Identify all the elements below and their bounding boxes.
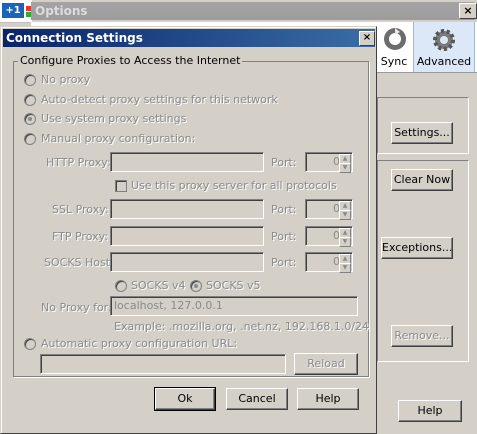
auto-detect-radio[interactable]: [24, 94, 36, 106]
use-same-proxy-label: Use this proxy server for all protocols: [131, 179, 337, 192]
sync-icon: [384, 28, 406, 50]
http-proxy-label: HTTP Proxy:: [46, 156, 111, 169]
auto-detect-label: Auto-detect proxy settings for this netw…: [41, 93, 278, 106]
remove-button[interactable]: Remove...: [391, 325, 453, 347]
socks-host-input[interactable]: [110, 252, 264, 272]
socks-port-label: Port:: [271, 256, 297, 269]
clear-now-button[interactable]: Clear Now: [391, 169, 453, 191]
socks-port-stepper[interactable]: 0 ▲ ▼: [305, 252, 353, 273]
system-proxy-label: Use system proxy settings: [41, 112, 187, 125]
settings-button[interactable]: Settings...: [391, 122, 453, 144]
no-proxy-label: No proxy: [41, 73, 91, 86]
socks-v5-label: SOCKS v5: [206, 279, 261, 292]
use-same-proxy-checkbox[interactable]: [115, 180, 127, 192]
reload-button[interactable]: Reload: [294, 353, 358, 375]
manual-proxy-radio[interactable]: [24, 133, 36, 145]
auto-proxy-url-radio[interactable]: [24, 338, 36, 350]
http-proxy-input[interactable]: [110, 152, 264, 172]
ftp-proxy-label: FTP Proxy:: [52, 230, 109, 243]
auto-proxy-url-input[interactable]: [40, 354, 286, 374]
options-help-button[interactable]: Help: [398, 400, 462, 422]
dialog-title: Connection Settings: [6, 31, 143, 45]
auto-proxy-url-label: Automatic proxy configuration URL:: [41, 337, 238, 350]
options-title: Options: [35, 4, 88, 18]
spin-down-icon[interactable]: ▼: [339, 237, 351, 247]
no-proxy-example: Example: .mozilla.org, .net.nz, 192.168.…: [114, 320, 370, 333]
no-proxy-for-input[interactable]: localhost, 127.0.0.1: [110, 296, 358, 316]
exceptions-button[interactable]: Exceptions...: [381, 237, 453, 259]
tab-advanced-label: Advanced: [416, 55, 472, 68]
dialog-titlebar: Connection Settings: [3, 29, 375, 47]
dialog-help-button[interactable]: Help: [297, 388, 359, 410]
socks-v4-label: SOCKS v4: [131, 279, 186, 292]
spin-down-icon[interactable]: ▼: [339, 210, 351, 220]
ftp-port-stepper[interactable]: 0 ▲ ▼: [305, 226, 353, 247]
spin-down-icon[interactable]: ▼: [339, 263, 351, 273]
ssl-proxy-input[interactable]: [110, 199, 264, 219]
ftp-port-label: Port:: [271, 230, 297, 243]
socks-host-label: SOCKS Host:: [44, 256, 114, 269]
ftp-proxy-input[interactable]: [110, 226, 264, 246]
cancel-button[interactable]: Cancel: [226, 388, 288, 410]
ssl-port-stepper[interactable]: 0 ▲ ▼: [305, 199, 353, 220]
system-proxy-radio[interactable]: [24, 113, 36, 125]
socks-v4-radio[interactable]: [115, 280, 127, 292]
spin-down-icon[interactable]: ▼: [339, 163, 351, 173]
gear-icon: [433, 29, 455, 51]
tab-sync-label: Sync: [380, 55, 408, 68]
ok-button[interactable]: Ok: [154, 387, 216, 411]
options-titlebar: Options: [31, 2, 475, 20]
http-port-stepper[interactable]: 0 ▲ ▼: [305, 152, 353, 173]
tab-advanced[interactable]: Advanced: [413, 22, 475, 72]
ssl-proxy-label: SSL Proxy:: [52, 203, 109, 216]
no-proxy-radio[interactable]: [24, 74, 36, 86]
http-port-label: Port:: [271, 156, 297, 169]
plus-one-badge[interactable]: +1: [2, 3, 24, 18]
options-close-button[interactable]: ×: [459, 3, 477, 19]
ssl-port-label: Port:: [271, 203, 297, 216]
tab-sync[interactable]: Sync: [376, 22, 412, 72]
no-proxy-for-label: No Proxy for:: [41, 301, 112, 314]
proxy-group-label: Configure Proxies to Access the Internet: [18, 54, 243, 67]
manual-proxy-label: Manual proxy configuration:: [41, 132, 196, 145]
dialog-close-button[interactable]: ×: [359, 31, 375, 46]
socks-v5-radio[interactable]: [190, 280, 202, 292]
